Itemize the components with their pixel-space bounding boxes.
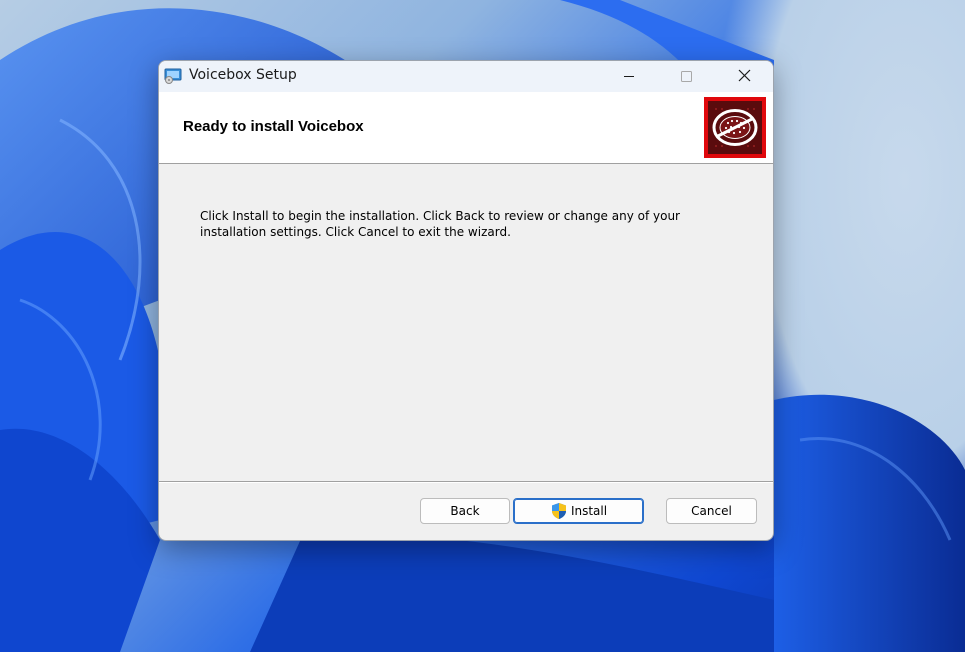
minimize-icon <box>624 76 634 77</box>
cancel-button-label: Cancel <box>691 504 732 518</box>
maximize-button[interactable] <box>663 61 709 92</box>
uac-shield-icon <box>550 502 568 520</box>
instruction-text: Click Install to begin the installation.… <box>200 209 680 239</box>
title-bar[interactable]: Voicebox Setup <box>159 61 773 92</box>
page-title: Ready to install Voicebox <box>183 118 364 135</box>
setup-window: Voicebox Setup Ready to install Voicebox <box>158 60 774 541</box>
minimize-button[interactable] <box>606 61 652 92</box>
installer-icon <box>164 68 182 84</box>
back-button-label: Back <box>450 504 480 518</box>
close-icon <box>738 69 751 82</box>
maximize-icon <box>681 71 692 82</box>
footer-divider <box>159 481 773 483</box>
header-banner: Ready to install Voicebox <box>159 92 773 164</box>
install-button-label: Install <box>570 504 608 518</box>
install-button[interactable]: Install <box>513 498 644 524</box>
window-title: Voicebox Setup <box>189 67 297 83</box>
back-button[interactable]: Back <box>420 498 510 524</box>
cancel-button[interactable]: Cancel <box>666 498 757 524</box>
close-button[interactable] <box>721 61 767 92</box>
voicebox-logo-icon <box>704 97 766 158</box>
